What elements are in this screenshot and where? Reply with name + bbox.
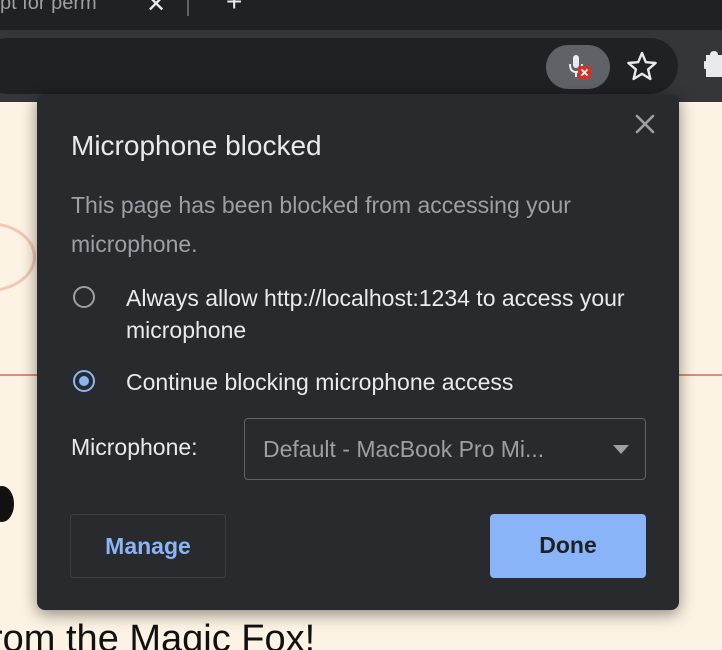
tab-close-icon[interactable]: ✕ bbox=[146, 0, 166, 19]
manage-button[interactable]: Manage bbox=[70, 514, 226, 578]
decorative-circle bbox=[0, 222, 36, 292]
tab-separator bbox=[187, 0, 189, 16]
close-icon[interactable] bbox=[633, 112, 657, 136]
block-option-label[interactable]: Continue blocking microphone access bbox=[126, 366, 656, 398]
dialog-description: This page has been blocked from accessin… bbox=[71, 192, 571, 257]
microphone-select-value: Default - MacBook Pro Mi... bbox=[263, 436, 545, 462]
tab-strip: pt for perm ✕ + bbox=[0, 0, 722, 30]
done-button-label: Done bbox=[539, 532, 597, 558]
manage-button-label: Manage bbox=[105, 533, 191, 559]
allow-radio[interactable] bbox=[73, 286, 95, 308]
star-icon[interactable] bbox=[626, 51, 658, 81]
microphone-label: Microphone: bbox=[71, 434, 198, 460]
dropdown-arrow-icon bbox=[613, 445, 629, 454]
browser-toolbar bbox=[0, 30, 722, 102]
tab-title[interactable]: pt for perm bbox=[0, 0, 132, 15]
microphone-blocked-button[interactable] bbox=[546, 45, 610, 89]
block-radio[interactable] bbox=[73, 370, 95, 392]
dialog-title: Microphone blocked bbox=[71, 130, 322, 161]
microphone-select[interactable]: Default - MacBook Pro Mi... bbox=[244, 418, 646, 480]
new-tab-icon[interactable]: + bbox=[226, 0, 242, 18]
page-heading: rom the Magic Fox! bbox=[0, 618, 316, 650]
microphone-permission-dialog: Microphone blocked This page has been bl… bbox=[37, 94, 679, 610]
decorative-dot bbox=[0, 486, 14, 522]
done-button[interactable]: Done bbox=[490, 514, 646, 578]
microphone-blocked-icon bbox=[569, 55, 591, 79]
allow-option-label[interactable]: Always allow http://localhost:1234 to ac… bbox=[126, 282, 656, 346]
puzzle-icon[interactable] bbox=[704, 51, 722, 81]
